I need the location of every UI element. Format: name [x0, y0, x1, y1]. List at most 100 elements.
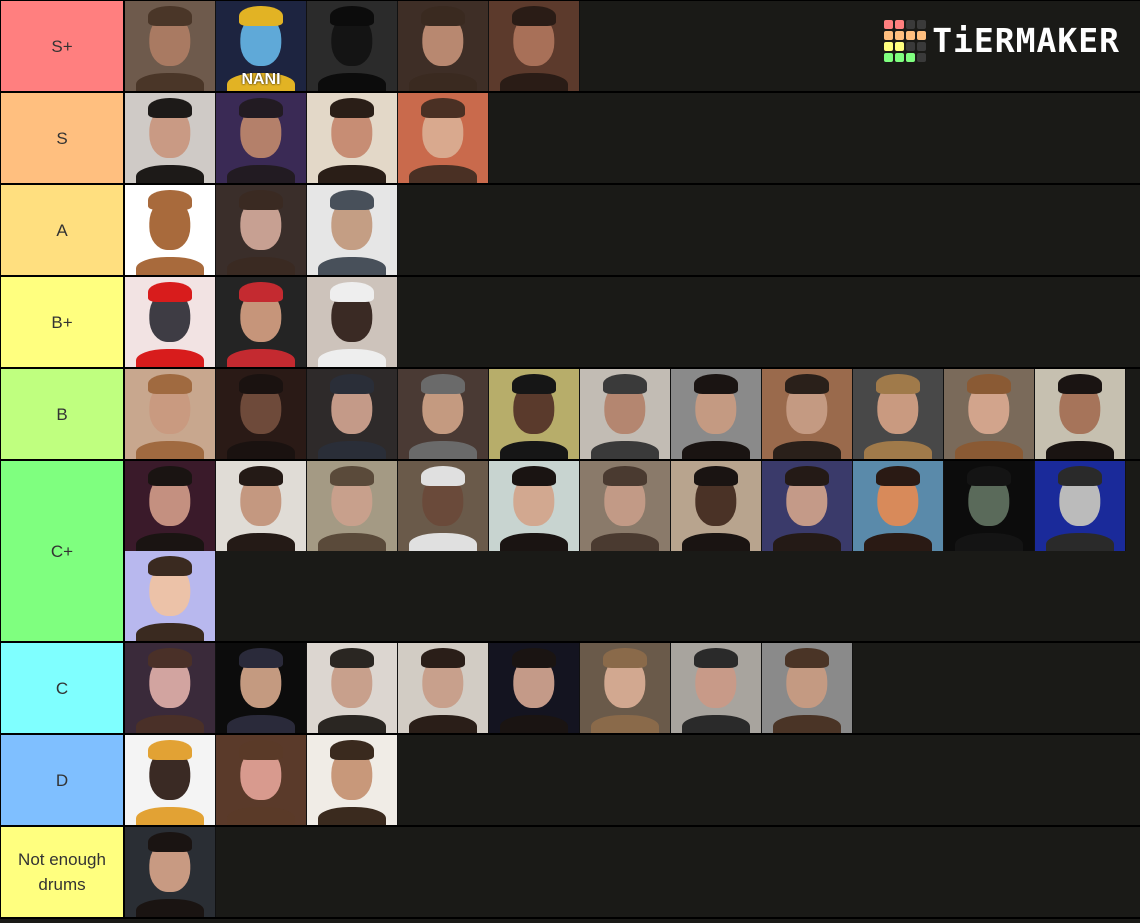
tier-item-nani-anime-character[interactable]: NANI [216, 1, 307, 91]
tier-item-phone-glasses-man[interactable] [853, 369, 944, 459]
tier-item-floral-shirt-man[interactable] [398, 643, 489, 733]
tier-items [125, 93, 1140, 183]
tier-item-eyes-closed-big-man[interactable] [216, 461, 307, 551]
tier-label[interactable]: S [0, 93, 125, 183]
tier-item-close-up-smiling-boy[interactable] [216, 735, 307, 825]
tier-item-purple-lit-man[interactable] [216, 93, 307, 183]
logo-grid-cell [906, 42, 916, 51]
tier-item-glasses-smiling-man[interactable] [671, 461, 762, 551]
tier-item-thumbs-up-rapper[interactable] [216, 643, 307, 733]
logo-grid-cell [917, 20, 927, 29]
tier-label[interactable]: B [0, 369, 125, 459]
portrait-hair [330, 466, 374, 487]
portrait-hair [239, 6, 283, 27]
tier-item-curly-hair-glasses-man[interactable] [398, 1, 489, 91]
portrait-hair [330, 740, 374, 761]
tier-item-close-smirk-man[interactable] [125, 643, 216, 733]
logo-grid-cell [917, 42, 927, 51]
portrait-hair [330, 648, 374, 669]
tier-items [125, 643, 1140, 733]
portrait-body [135, 349, 205, 367]
portrait-body [135, 623, 205, 641]
tier-item-glasses-mic-man[interactable] [489, 643, 580, 733]
tier-items [125, 369, 1140, 459]
tier-item-ginger-beard-man[interactable] [125, 369, 216, 459]
tier-item-bearded-laughing-man[interactable] [125, 461, 216, 551]
portrait-body [408, 73, 478, 91]
tier-item-buzzcut-smirk-man[interactable] [307, 461, 398, 551]
logo-grid-cell [884, 20, 894, 29]
tier-row: B+ [0, 277, 1140, 369]
portrait-hair [603, 466, 647, 487]
tier-item-potato-drawing[interactable] [125, 185, 216, 275]
tier-label[interactable]: C [0, 643, 125, 733]
portrait-body [226, 533, 296, 551]
portrait-body [499, 73, 569, 91]
tier-item-black-beanie-man[interactable] [489, 369, 580, 459]
portrait-body [772, 715, 842, 733]
tier-item-headphones-man[interactable] [489, 1, 580, 91]
tier-label[interactable]: D [0, 735, 125, 825]
tier-item-surprised-glasses-man[interactable] [489, 461, 580, 551]
tier-label[interactable]: Not enough drums [0, 827, 125, 917]
tier-item-bearded-mic-man[interactable] [398, 93, 489, 183]
portrait-hair [239, 374, 283, 395]
tier-item-brick-wall-man[interactable] [762, 369, 853, 459]
tier-item-curly-glasses-boy[interactable] [216, 185, 307, 275]
portrait-body [226, 715, 296, 733]
portrait-body [408, 533, 478, 551]
portrait-hair [512, 648, 556, 669]
tier-item-grey-cap-grinning-man[interactable] [398, 369, 489, 459]
tier-item-round-glasses-bearded-man[interactable] [671, 643, 762, 733]
tier-item-cap-headphones-man[interactable] [307, 369, 398, 459]
logo-grid-cell [917, 31, 927, 40]
portrait-hair [239, 190, 283, 211]
tier-label[interactable]: A [0, 185, 125, 275]
tier-item-dark-green-lit-man[interactable] [944, 461, 1035, 551]
tier-item-cap-bearded-man[interactable] [580, 369, 671, 459]
tier-item-long-hair-bearded-man[interactable] [125, 1, 216, 91]
tier-item-shaggy-hair-face[interactable] [307, 93, 398, 183]
tier-label[interactable]: C+ [0, 461, 125, 641]
tier-item-eyes-closed-man[interactable] [671, 369, 762, 459]
tier-item-beanie-glasses-man[interactable] [307, 643, 398, 733]
tier-item-red-outline-face[interactable] [125, 277, 216, 367]
tier-item-beatbox-stage-man[interactable] [762, 461, 853, 551]
tier-row: S [0, 93, 1140, 185]
tier-items [125, 461, 1140, 641]
logo-grid-cell [884, 53, 894, 62]
tier-item-colorful-hoodie-man-circle[interactable] [125, 735, 216, 825]
tier-row: Not enough drums [0, 827, 1140, 919]
portrait-body [863, 533, 933, 551]
tier-item-white-sunglasses-man[interactable] [762, 643, 853, 733]
logo-grid-cell [917, 53, 927, 62]
tier-item-red-bandana-man[interactable] [216, 277, 307, 367]
portrait-hair [148, 648, 192, 669]
tier-item-mustache-smiling-man[interactable] [307, 735, 398, 825]
tier-label[interactable]: S+ [0, 1, 125, 91]
tier-label[interactable]: B+ [0, 277, 125, 367]
tier-item-car-smiling-boy[interactable] [580, 643, 671, 733]
tier-item-bandana-man-transparent[interactable] [307, 185, 398, 275]
tier-item-screaming-singer[interactable] [216, 369, 307, 459]
tier-item-glasses-man-night[interactable] [125, 827, 216, 917]
tier-list: S+ NANI S A B+ B C+ C D Not enough drums [0, 0, 1140, 919]
portrait-hair [148, 374, 192, 395]
portrait-body [317, 165, 387, 183]
tier-item-shower-cap-man[interactable] [307, 277, 398, 367]
portrait-body [135, 257, 205, 275]
tier-item-beanie-shouting-man[interactable] [125, 93, 216, 183]
logo-grid-icon [884, 20, 927, 62]
tiermaker-logo[interactable]: TiERMAKER [884, 20, 1120, 62]
tier-item-dark-hooded-figure[interactable] [307, 1, 398, 91]
tier-item-mic-covering-mouth-man[interactable] [1035, 369, 1126, 459]
tier-item-blurry-close-face[interactable] [580, 461, 671, 551]
tier-item-curly-mic-man[interactable] [944, 369, 1035, 459]
tier-item-shocked-orange-lit-man[interactable] [853, 461, 944, 551]
portrait-body [317, 715, 387, 733]
tier-item-eyes-closed-woman[interactable] [125, 551, 216, 641]
portrait-hair [239, 740, 283, 761]
logo-grid-cell [906, 31, 916, 40]
tier-item-grayscale-mustache-man[interactable] [1035, 461, 1126, 551]
tier-item-tilted-cap-man[interactable] [398, 461, 489, 551]
